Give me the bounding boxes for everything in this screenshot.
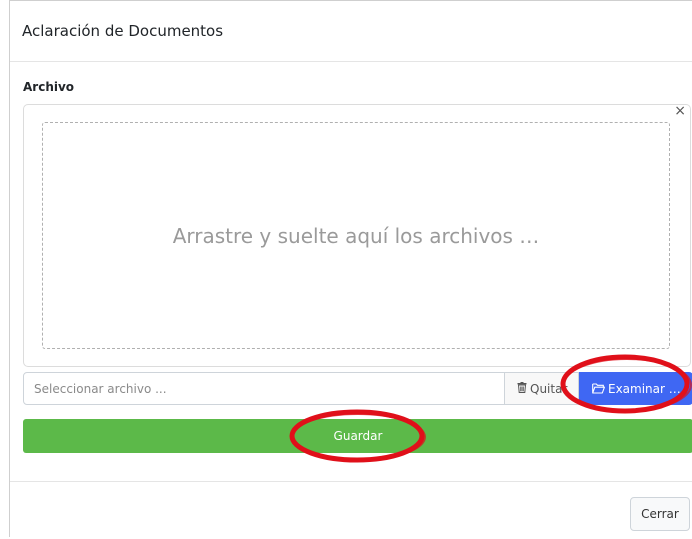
file-field-label: Archivo [23, 80, 75, 94]
browse-file-label: Examinar … [608, 381, 681, 396]
file-drop-zone[interactable]: Arrastre y suelte aquí los archivos … [42, 122, 670, 349]
file-input-group: Seleccionar archivo ... Quitar Examinar … [23, 372, 692, 406]
modal-header: Aclaración de Documentos [10, 1, 692, 62]
file-caption-placeholder: Seleccionar archivo ... [34, 381, 167, 396]
save-button[interactable]: Guardar [23, 419, 692, 453]
file-caption-input[interactable]: Seleccionar archivo ... [23, 372, 505, 405]
file-preview: × Arrastre y suelte aquí los archivos … [23, 103, 691, 367]
aclaracion-modal: Aclaración de Documentos Archivo × Arras… [9, 0, 692, 537]
drop-zone-text: Arrastre y suelte aquí los archivos … [172, 223, 540, 248]
close-button[interactable]: Cerrar [630, 497, 690, 531]
modal-title: Aclaración de Documentos [22, 22, 224, 40]
remove-file-label: Quitar [530, 381, 568, 396]
close-preview-icon[interactable]: × [674, 103, 686, 119]
browse-file-button[interactable]: Examinar … [579, 372, 692, 405]
close-button-label: Cerrar [641, 507, 679, 521]
remove-file-button[interactable]: Quitar [505, 372, 579, 405]
trash-icon [517, 381, 527, 396]
folder-open-icon [592, 383, 605, 394]
modal-footer: Cerrar [10, 481, 692, 539]
save-button-label: Guardar [333, 429, 383, 443]
